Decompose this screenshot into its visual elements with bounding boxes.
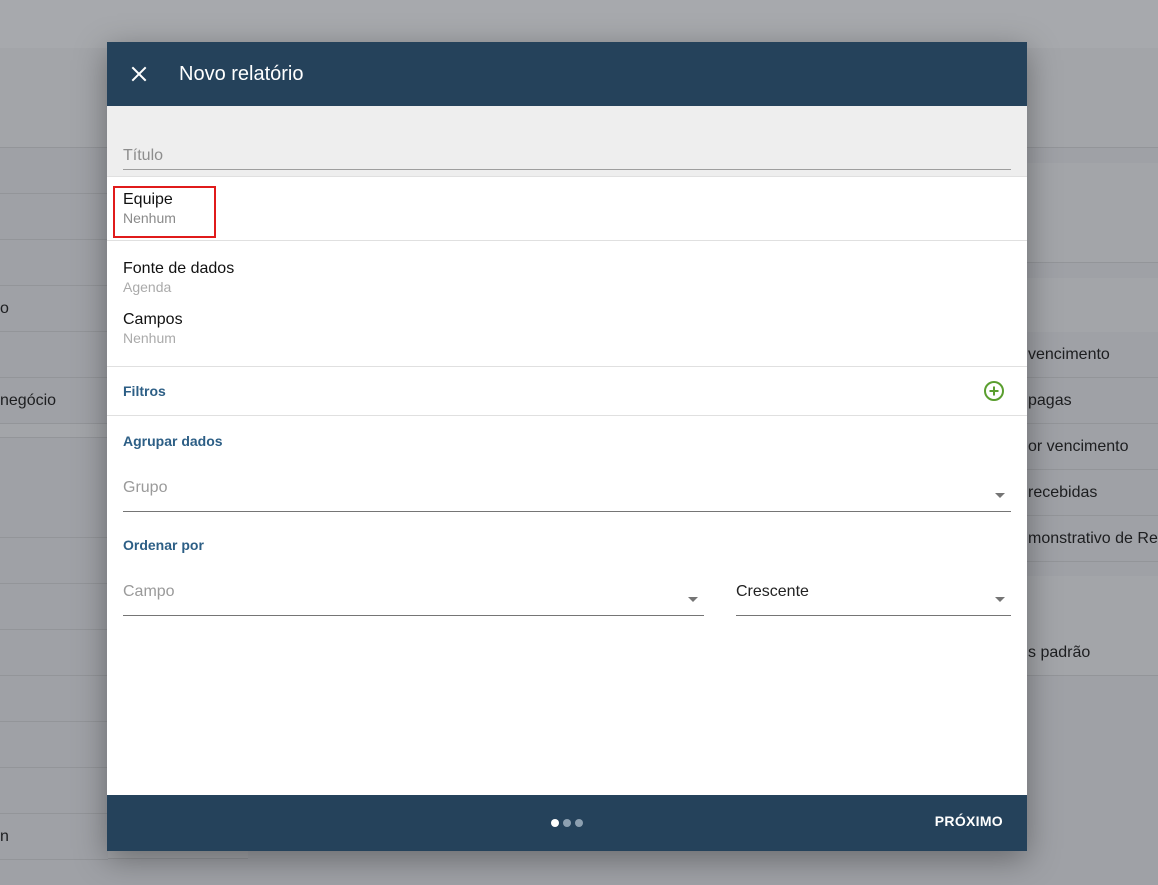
dropdown-arrow-icon [688, 597, 698, 602]
sort-direction-value: Crescente [736, 583, 809, 600]
data-source-value: Agenda [123, 279, 172, 295]
background-row [0, 492, 108, 538]
team-label: Equipe [123, 191, 173, 208]
new-report-dialog: Novo relatório Equipe Nenhum Fonte de da… [107, 42, 1027, 851]
background-row [0, 194, 108, 240]
background-row: pagas [1026, 378, 1158, 424]
background-panel [1026, 163, 1158, 263]
filters-section: Filtros [107, 367, 1027, 416]
dialog-title: Novo relatório [179, 62, 304, 85]
team-selector[interactable]: Equipe Nenhum [107, 177, 1027, 241]
fields-value: Nenhum [123, 330, 176, 346]
background-row [0, 240, 108, 286]
step-dot [563, 819, 571, 827]
background-panel [1026, 278, 1158, 332]
highlight-box [113, 186, 216, 238]
background-row [0, 332, 108, 378]
sort-field-placeholder: Campo [123, 583, 175, 600]
dropdown-arrow-icon [995, 597, 1005, 602]
sort-row: Campo Crescente [123, 553, 1011, 616]
fields-label: Campos [123, 311, 183, 328]
group-heading: Agrupar dados [123, 433, 223, 449]
close-icon [131, 66, 147, 82]
background-panel [0, 424, 108, 438]
dropdown-arrow-icon [995, 493, 1005, 498]
background-row: or vencimento [1026, 424, 1158, 470]
sort-heading: Ordenar por [123, 537, 204, 553]
background-panel [1026, 48, 1158, 148]
filters-heading: Filtros [123, 383, 166, 399]
group-select[interactable]: Grupo [123, 474, 1011, 512]
sort-field-select[interactable]: Campo [123, 578, 704, 616]
close-button[interactable] [107, 42, 171, 106]
background-row [0, 722, 108, 768]
background-row: o [0, 286, 108, 332]
title-input[interactable] [123, 142, 1011, 170]
group-section: Agrupar dados Grupo [107, 416, 1027, 528]
title-field-container [107, 106, 1027, 177]
background-row: monstrativo de Res [1026, 516, 1158, 562]
background-row [0, 538, 108, 584]
background-panel [0, 48, 108, 148]
data-source-block: Fonte de dados Agenda Campos Nenhum [107, 241, 1027, 367]
background-row: s padrão [1028, 644, 1091, 661]
background-row: negócio [0, 378, 108, 424]
background-panel [108, 851, 248, 859]
background-row [0, 630, 108, 676]
background-row: vencimento [1026, 332, 1158, 378]
data-source-label: Fonte de dados [123, 260, 235, 277]
data-source-selector[interactable]: Fonte de dados Agenda [107, 241, 1027, 303]
step-indicator [551, 819, 583, 827]
background-row: n [0, 814, 108, 860]
background-row [0, 768, 108, 814]
background-row [0, 148, 108, 194]
background-row [0, 676, 108, 722]
team-value: Nenhum [123, 210, 176, 226]
step-dot [575, 819, 583, 827]
sort-direction-select[interactable]: Crescente [736, 578, 1011, 616]
next-button[interactable]: PRÓXIMO [935, 813, 1003, 829]
background-row [0, 584, 108, 630]
dialog-header: Novo relatório [107, 42, 1027, 106]
step-dot [551, 819, 559, 827]
fields-selector[interactable]: Campos Nenhum [107, 303, 1027, 346]
background-row: recebidas [1026, 470, 1158, 516]
dialog-footer: PRÓXIMO [107, 795, 1027, 851]
background-top-bar [0, 0, 1158, 48]
group-select-placeholder: Grupo [123, 479, 168, 496]
sort-section: Ordenar por Campo Crescente [107, 528, 1027, 616]
add-filter-icon[interactable] [982, 379, 1006, 403]
